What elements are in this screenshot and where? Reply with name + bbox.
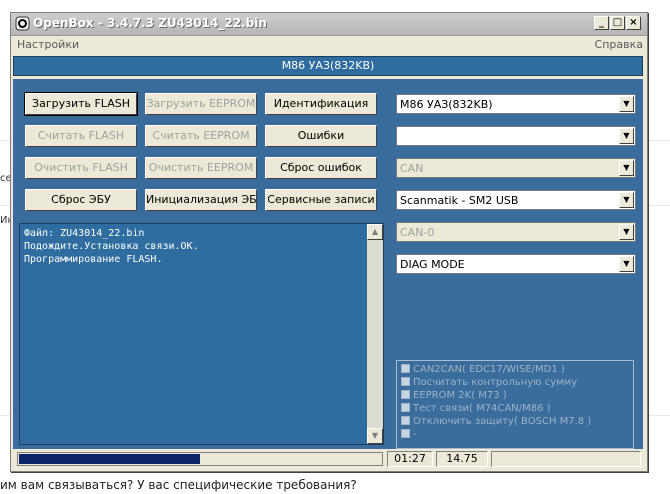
channel-select[interactable]: CAN-0 ▼ (396, 222, 636, 242)
log-scrollbar[interactable]: ▲ ▼ (367, 224, 383, 444)
service-records-button[interactable]: Сервисные записи (265, 189, 377, 211)
window-title: OpenBox - 3.4.7.3 ZU43014_22.bin (33, 16, 267, 30)
reset-ecu-button[interactable]: Сброс ЭБУ (25, 189, 137, 211)
progress-bar (17, 452, 383, 466)
bg-forum-text: им вам связываться? У вас специфические … (0, 478, 357, 492)
aux-select[interactable]: ▼ (396, 126, 636, 146)
load-flash-button[interactable]: Загрузить FLASH (24, 92, 138, 116)
errors-button[interactable]: Ошибки (265, 125, 377, 147)
checkbox-icon[interactable] (401, 390, 410, 399)
init-ecu-button[interactable]: Инициализация ЭБУ (145, 189, 257, 211)
checkbox-icon[interactable] (401, 416, 410, 425)
chevron-down-icon[interactable]: ▼ (619, 96, 634, 112)
read-eeprom-button[interactable]: Считать EEPROM (145, 125, 257, 147)
ecu-select-value: M86 УАЗ(832KB) (400, 98, 493, 111)
option-label: Посчитать контрольную сумму (413, 377, 578, 388)
option-label: CAN2CAN( EDC17/WISE/MD1 ) (413, 364, 565, 375)
status-empty-cell (491, 451, 641, 467)
ecu-select[interactable]: M86 УАЗ(832KB) ▼ (396, 94, 636, 114)
channel-select-value: CAN-0 (400, 226, 435, 239)
adapter-select-value: Scanmatik - SM2 USB (400, 194, 519, 207)
status-time: 01:27 (387, 451, 433, 467)
options-group: CAN2CAN( EDC17/WISE/MD1 ) Посчитать конт… (396, 360, 634, 449)
scroll-down-icon[interactable]: ▼ (367, 428, 383, 444)
checkbox-icon[interactable] (401, 377, 410, 386)
option-label: - (413, 429, 417, 440)
menu-settings[interactable]: Настройки (17, 38, 79, 51)
log-line: Подождите.Установка связи.OK. (24, 241, 199, 252)
option-eeprom-2k[interactable]: EEPROM 2K( M73 ) (401, 390, 507, 403)
adapter-select[interactable]: Scanmatik - SM2 USB ▼ (396, 190, 636, 210)
identification-button[interactable]: Идентификация (265, 93, 377, 115)
option-checksum[interactable]: Посчитать контрольную сумму (401, 377, 577, 390)
option-label: Отключить защиту( BOSCH M7.8 ) (413, 416, 592, 427)
read-flash-button[interactable]: Считать FLASH (25, 125, 137, 147)
bus-select[interactable]: CAN ▼ (396, 158, 636, 178)
option-dash[interactable]: - (401, 429, 417, 442)
progress-fill (19, 454, 200, 464)
openbox-window: OpenBox - 3.4.7.3 ZU43014_22.bin _ □ × Н… (10, 12, 648, 472)
mode-select-value: DIAG MODE (400, 258, 465, 271)
minimize-button[interactable]: _ (594, 16, 609, 30)
maximize-button[interactable]: □ (610, 16, 625, 30)
main-panel: Загрузить FLASH Загрузить EEPROM Идентиф… (13, 79, 643, 469)
load-eeprom-button[interactable]: Загрузить EEPROM (145, 93, 257, 115)
log-line: Программирование FLASH. (24, 254, 163, 265)
close-button[interactable]: × (626, 16, 641, 30)
checkbox-icon[interactable] (401, 429, 410, 438)
checkbox-icon[interactable] (401, 403, 410, 412)
title-bar[interactable]: OpenBox - 3.4.7.3 ZU43014_22.bin _ □ × (11, 13, 647, 36)
menu-help[interactable]: Справка (595, 38, 643, 51)
menu-bar: Настройки Справка (11, 36, 647, 54)
option-label: Тест связи( M74CAN/M86 ) (413, 403, 551, 414)
chevron-down-icon[interactable]: ▼ (619, 224, 634, 240)
log-text: Файл: ZU43014_22.bin Подождите.Установка… (24, 227, 199, 266)
clear-eeprom-button[interactable]: Очистить EEPROM (145, 157, 257, 179)
option-label: EEPROM 2K( M73 ) (413, 390, 507, 401)
chevron-down-icon[interactable]: ▼ (619, 128, 634, 144)
bus-select-value: CAN (400, 162, 424, 175)
scroll-up-icon[interactable]: ▲ (367, 224, 383, 240)
log-area[interactable]: Файл: ZU43014_22.bin Подождите.Установка… (19, 223, 384, 445)
option-disable-protection[interactable]: Отключить защиту( BOSCH M7.8 ) (401, 416, 591, 429)
chevron-down-icon[interactable]: ▼ (619, 256, 634, 272)
ecu-header: M86 УАЗ(832KB) (13, 56, 643, 76)
clear-flash-button[interactable]: Очистить FLASH (25, 157, 137, 179)
status-bar: 01:27 14.75 (13, 449, 643, 469)
status-value: 14.75 (436, 451, 488, 467)
app-icon (15, 16, 30, 31)
option-can2can[interactable]: CAN2CAN( EDC17/WISE/MD1 ) (401, 364, 565, 377)
reset-errors-button[interactable]: Сброс ошибок (265, 157, 377, 179)
log-line: Файл: ZU43014_22.bin (24, 228, 145, 239)
chevron-down-icon[interactable]: ▼ (619, 160, 634, 176)
mode-select[interactable]: DIAG MODE ▼ (396, 254, 636, 274)
checkbox-icon[interactable] (401, 364, 410, 373)
option-link-test[interactable]: Тест связи( M74CAN/M86 ) (401, 403, 551, 416)
chevron-down-icon[interactable]: ▼ (619, 192, 634, 208)
